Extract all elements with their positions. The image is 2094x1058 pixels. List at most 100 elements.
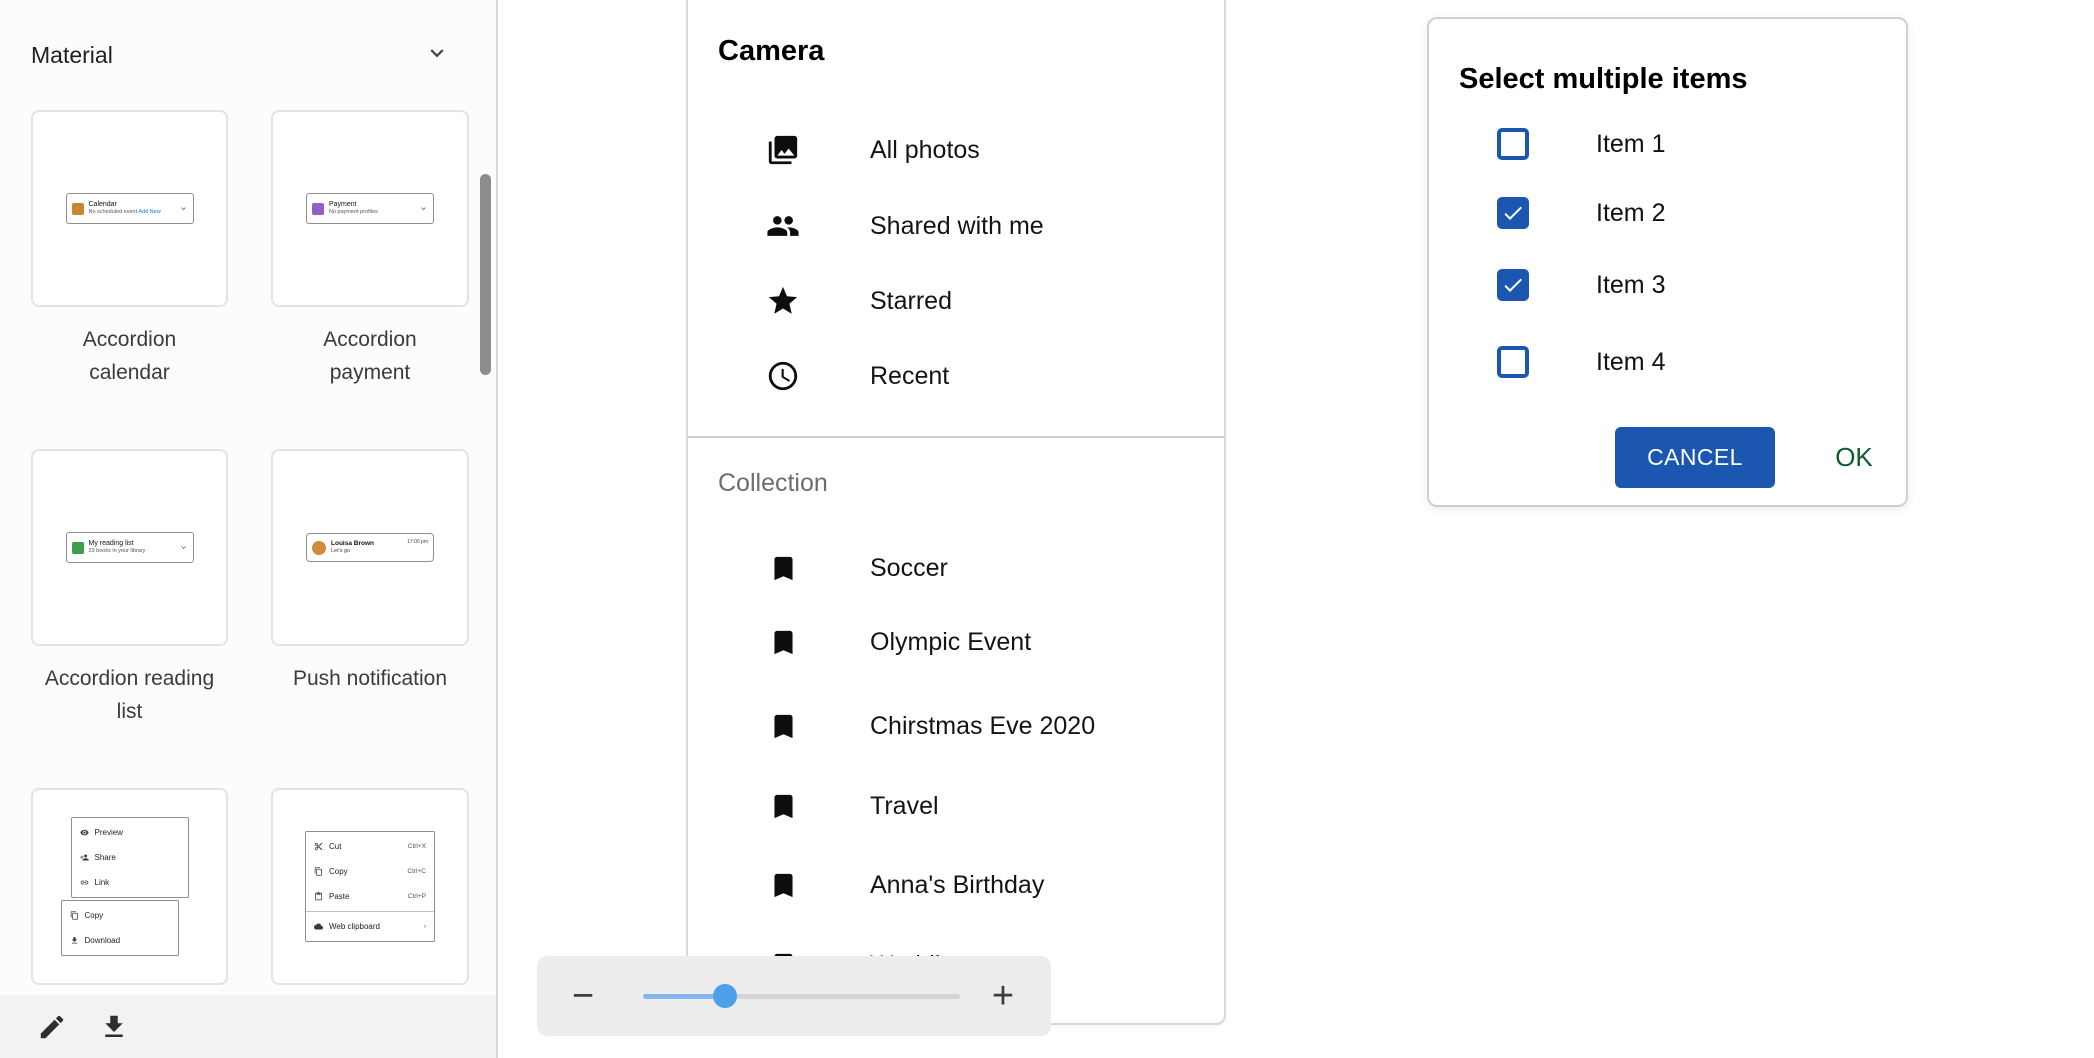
star-icon xyxy=(766,284,800,318)
bookmark-icon xyxy=(766,791,800,822)
link-icon xyxy=(80,878,89,887)
mini-subtitle: No payment profiles xyxy=(329,209,414,216)
mini-link: Add New xyxy=(138,209,160,215)
dialog-item-label: Item 1 xyxy=(1596,130,1665,159)
mini-menu-item: Download xyxy=(85,936,121,945)
collection-item-label: Chirstmas Eve 2020 xyxy=(870,712,1095,741)
camera-menu-item-shared[interactable]: Shared with me xyxy=(766,206,1214,246)
component-card-accordion-reading-list[interactable]: My reading list 23 books in your library xyxy=(31,449,228,646)
mini-menu-item: Web clipboard xyxy=(329,922,380,931)
collection-item-travel[interactable]: Travel xyxy=(766,786,1214,826)
material-section-header[interactable]: Material xyxy=(0,0,496,110)
zoom-out-button[interactable]: − xyxy=(561,974,605,1018)
chevron-down-icon xyxy=(419,200,428,218)
component-cell: Louisa Brown Let's go 17:00 pm Push noti… xyxy=(271,449,469,788)
app-window: Material Calendar No scheduled event Add… xyxy=(0,0,2094,1058)
dialog-item-label: Item 2 xyxy=(1596,199,1665,228)
camera-menu-mockup[interactable]: Camera All photos Shared with me Starred… xyxy=(686,0,1226,1025)
checkbox-item-4[interactable] xyxy=(1497,346,1529,378)
mini-title: Calendar xyxy=(89,200,174,209)
zoom-slider[interactable] xyxy=(643,956,960,1036)
collection-section-title: Collection xyxy=(718,465,828,501)
paste-icon xyxy=(314,892,323,901)
mini-title: Payment xyxy=(329,200,414,209)
person-add-icon xyxy=(80,853,89,862)
component-card-push-notification[interactable]: Louisa Brown Let's go 17:00 pm xyxy=(271,449,469,646)
mini-title: My reading list xyxy=(89,539,174,548)
bookmark-icon xyxy=(766,711,800,742)
divider xyxy=(306,911,434,912)
download-icon xyxy=(99,1012,129,1042)
mini-shortcut: Ctrl+X xyxy=(408,843,426,850)
download-tool-button[interactable] xyxy=(96,1009,132,1045)
camera-menu-item-all-photos[interactable]: All photos xyxy=(766,130,1214,170)
people-icon xyxy=(766,209,800,243)
thumb-share-menu: Preview Share Link Copy Download xyxy=(71,817,189,956)
dialog-item-row: Item 2 xyxy=(1497,196,1665,230)
collection-item-soccer[interactable]: Soccer xyxy=(766,548,1214,588)
bookmark-icon xyxy=(766,870,800,901)
collection-item-label: Anna's Birthday xyxy=(870,871,1044,900)
thumb-push-notification: Louisa Brown Let's go 17:00 pm xyxy=(306,533,434,562)
zoom-toolbar: − + xyxy=(537,956,1051,1036)
thumb-accordion-reading-list: My reading list 23 books in your library xyxy=(66,532,194,563)
collection-item-label: Travel xyxy=(870,792,939,821)
checkbox-item-1[interactable] xyxy=(1497,128,1529,160)
component-card-clipboard-menu[interactable]: CutCtrl+X CopyCtrl+C PasteCtrl+P Web cli… xyxy=(271,788,469,985)
camera-menu-item-label: Shared with me xyxy=(870,212,1044,241)
camera-menu-item-label: Recent xyxy=(870,362,949,391)
dialog-item-row: Item 4 xyxy=(1497,345,1665,379)
component-cell: Calendar No scheduled event Add New Acco… xyxy=(31,110,228,449)
collection-item-label: Soccer xyxy=(870,554,948,583)
camera-menu-item-label: Starred xyxy=(870,287,952,316)
collection-item-chirstmas-eve[interactable]: Chirstmas Eve 2020 xyxy=(766,706,1214,746)
chevron-down-icon xyxy=(179,200,188,218)
dialog-item-row: Item 1 xyxy=(1497,127,1665,161)
zoom-slider-thumb[interactable] xyxy=(713,984,737,1008)
thumb-clipboard-menu: CutCtrl+X CopyCtrl+C PasteCtrl+P Web cli… xyxy=(305,831,435,942)
collection-item-annas-birthday[interactable]: Anna's Birthday xyxy=(766,865,1214,905)
mini-menu-item: Preview xyxy=(95,828,123,837)
calendar-mini-icon xyxy=(72,203,84,215)
mini-time: 17:00 pm xyxy=(407,539,428,545)
mini-menu-item: Copy xyxy=(85,911,104,920)
checkbox-item-2[interactable] xyxy=(1497,197,1529,229)
collection-item-olympic-event[interactable]: Olympic Event xyxy=(766,622,1214,662)
scissors-icon xyxy=(314,842,323,851)
bookmark-icon xyxy=(766,627,800,658)
cancel-button[interactable]: CANCEL xyxy=(1615,427,1775,488)
components-sidebar: Material Calendar No scheduled event Add… xyxy=(0,0,498,1058)
check-icon xyxy=(1501,200,1525,226)
component-card-share-menu[interactable]: Preview Share Link Copy Download xyxy=(31,788,228,985)
zoom-in-button[interactable]: + xyxy=(981,974,1025,1018)
camera-menu-item-starred[interactable]: Starred xyxy=(766,281,1214,321)
component-card-accordion-calendar[interactable]: Calendar No scheduled event Add New xyxy=(31,110,228,307)
mini-subtitle: 23 books in your library xyxy=(89,548,174,555)
chevron-down-icon[interactable] xyxy=(424,40,450,71)
camera-menu-item-recent[interactable]: Recent xyxy=(766,356,1214,396)
collection-item-label: Olympic Event xyxy=(870,628,1031,657)
thumb-accordion-payment: Payment No payment profiles xyxy=(306,193,434,224)
component-card-accordion-payment[interactable]: Payment No payment profiles xyxy=(271,110,469,307)
mini-shortcut: Ctrl+P xyxy=(408,893,426,900)
edit-tool-button[interactable] xyxy=(34,1009,70,1045)
component-cell: Payment No payment profiles Accordion pa… xyxy=(271,110,469,449)
clock-icon xyxy=(766,359,800,393)
copy-icon xyxy=(314,867,323,876)
sidebar-scrollbar-thumb[interactable] xyxy=(480,174,491,375)
component-cell: My reading list 23 books in your library… xyxy=(31,449,228,788)
component-card-label: Push notification xyxy=(293,646,447,788)
camera-panel-title: Camera xyxy=(718,31,824,71)
material-section-title: Material xyxy=(31,42,113,69)
thumb-accordion-calendar: Calendar No scheduled event Add New xyxy=(66,193,194,224)
component-card-label: Accordion calendar xyxy=(42,307,218,449)
component-card-label: Accordion payment xyxy=(282,307,458,449)
ok-button[interactable]: OK xyxy=(1814,427,1894,488)
avatar xyxy=(312,541,326,555)
cloud-icon xyxy=(314,922,323,931)
photo-library-icon xyxy=(766,133,800,167)
checkbox-item-3[interactable] xyxy=(1497,269,1529,301)
dialog-item-label: Item 3 xyxy=(1596,271,1665,300)
mini-shortcut: › xyxy=(424,923,426,930)
select-items-dialog-mockup[interactable]: Select multiple items Item 1 Item 2 Item… xyxy=(1427,17,1908,507)
